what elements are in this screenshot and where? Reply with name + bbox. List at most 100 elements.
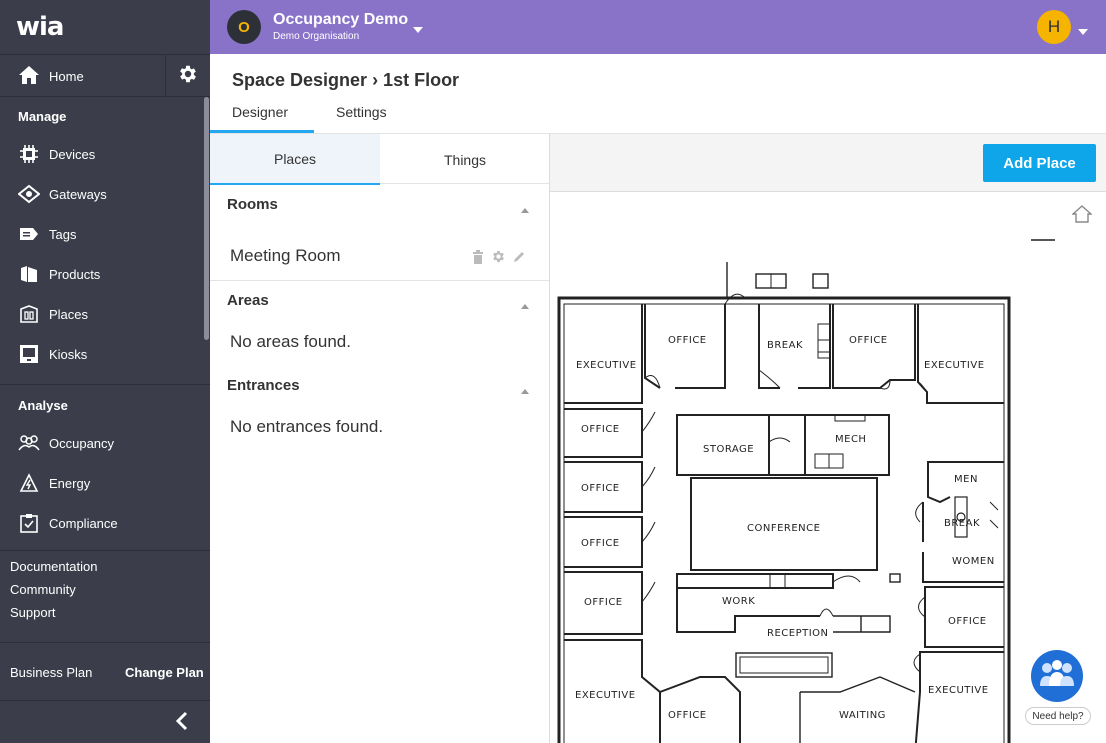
room-label: OFFICE (581, 538, 620, 549)
sidebar-item-label: Home (49, 68, 84, 84)
add-place-button[interactable]: Add Place (983, 144, 1096, 182)
room-label: OFFICE (581, 424, 620, 435)
room-label: OFFICE (668, 710, 707, 721)
sidebar-item-label: Kiosks (49, 346, 88, 362)
room-label: STORAGE (703, 444, 754, 455)
user-avatar[interactable]: H (1037, 10, 1071, 44)
areas-section-title: Areas (227, 292, 269, 309)
room-label: BREAK (767, 340, 803, 351)
sidebar-item-gateways[interactable]: Gateways (0, 178, 200, 210)
reset-view-home-icon[interactable] (1071, 205, 1093, 228)
sidebar-item-tags[interactable]: Tags (0, 218, 200, 250)
room-label: MEN (954, 474, 978, 485)
compliance-icon (18, 512, 40, 534)
documentation-link[interactable]: Documentation (10, 559, 97, 574)
tags-icon (18, 223, 40, 245)
manage-section-title: Manage (18, 109, 67, 124)
sidebar-scrollbar[interactable] (204, 97, 209, 340)
caret-down-icon[interactable] (1078, 22, 1088, 40)
org-subtitle: Demo Organisation (273, 31, 360, 42)
sidebar-item-label: Occupancy (49, 435, 115, 451)
gear-icon (177, 63, 199, 90)
kiosks-icon (18, 343, 40, 365)
divider (0, 700, 210, 701)
chevron-left-icon (175, 711, 189, 736)
tab-settings[interactable]: Settings (336, 104, 387, 120)
occupancy-icon (18, 432, 40, 454)
collapse-entrances-icon[interactable] (521, 381, 529, 399)
sidebar-item-home[interactable]: Home (0, 55, 165, 97)
help-chat-button[interactable] (1031, 650, 1083, 702)
change-plan-link[interactable]: Change Plan (125, 665, 204, 680)
sidebar-item-kiosks[interactable]: Kiosks (0, 338, 200, 370)
room-label: OFFICE (581, 483, 620, 494)
sidebar-item-label: Gateways (49, 186, 107, 202)
room-label: OFFICE (948, 616, 987, 627)
sidebar: wia Home Manage Devices Gateways Tags Pr… (0, 0, 210, 743)
plan-name: Business Plan (10, 665, 93, 680)
home-row: Home (0, 55, 210, 97)
sidebar-item-label: Tags (49, 226, 77, 242)
wia-logo[interactable]: wia (16, 12, 64, 42)
topbar: O Occupancy Demo Demo Organisation H (210, 0, 1106, 54)
tab-places[interactable]: Places (210, 134, 380, 185)
entrances-empty-message: No entrances found. (230, 417, 384, 436)
sidebar-item-occupancy[interactable]: Occupancy (0, 427, 200, 459)
divider (380, 183, 550, 184)
page-title: Space Designer › 1st Floor (232, 70, 460, 90)
sidebar-item-label: Compliance (49, 515, 118, 531)
designer-toolbar: Add Place (550, 134, 1106, 192)
room-label: CONFERENCE (747, 523, 820, 534)
room-actions (472, 249, 526, 264)
support-link[interactable]: Support (10, 605, 56, 620)
org-switcher[interactable]: Occupancy Demo (273, 11, 408, 29)
sidebar-item-label: Energy (49, 475, 91, 491)
room-label: WAITING (839, 710, 886, 721)
divider (0, 550, 210, 551)
collapse-rooms-icon[interactable] (521, 200, 529, 218)
org-avatar[interactable]: O (227, 10, 261, 44)
gateways-icon (18, 183, 40, 205)
divider (0, 642, 210, 643)
gear-icon[interactable] (491, 249, 506, 264)
tab-designer[interactable]: Designer (232, 104, 288, 120)
tab-things[interactable]: Things (380, 134, 550, 185)
room-label: OFFICE (849, 335, 888, 346)
org-initial: O (238, 18, 250, 36)
room-label: MECH (835, 434, 866, 445)
trash-icon[interactable] (472, 249, 484, 264)
collapse-sidebar-button[interactable] (170, 708, 194, 738)
pencil-icon[interactable] (513, 250, 526, 263)
room-label: WOMEN (952, 556, 995, 567)
places-panel: Places Things Rooms Meeting Room Areas N… (210, 134, 550, 743)
entrances-section-title: Entrances (227, 377, 300, 394)
people-icon (1035, 656, 1079, 697)
areas-empty-message: No areas found. (230, 332, 351, 351)
room-label: RECEPTION (767, 628, 829, 639)
room-label: WORK (722, 596, 755, 607)
room-label: EXECUTIVE (575, 690, 636, 701)
home-icon (18, 65, 40, 87)
sidebar-item-products[interactable]: Products (0, 258, 200, 290)
community-link[interactable]: Community (10, 582, 76, 597)
sidebar-item-devices[interactable]: Devices (0, 138, 200, 170)
sidebar-item-compliance[interactable]: Compliance (0, 507, 200, 539)
sidebar-item-energy[interactable]: Energy (0, 467, 200, 499)
room-item[interactable]: Meeting Room (230, 246, 341, 266)
room-label: OFFICE (584, 597, 623, 608)
products-icon (18, 263, 40, 285)
collapse-areas-icon[interactable] (521, 296, 529, 314)
room-label: BREAK (944, 518, 980, 529)
caret-down-icon[interactable] (413, 20, 423, 38)
need-help-label[interactable]: Need help? (1025, 707, 1091, 725)
settings-gear-button[interactable] (165, 55, 210, 97)
devices-icon (18, 143, 40, 165)
room-label: EXECUTIVE (576, 360, 637, 371)
floorplan-canvas[interactable]: EXECUTIVE OFFICE BREAK OFFICE EXECUTIVE … (550, 192, 1106, 743)
sidebar-item-label: Places (49, 306, 89, 322)
places-icon (18, 303, 40, 325)
room-label: OFFICE (668, 335, 707, 346)
zoom-out-control[interactable] (1031, 239, 1055, 241)
sidebar-item-places[interactable]: Places (0, 298, 200, 330)
sidebar-item-label: Products (49, 266, 101, 282)
